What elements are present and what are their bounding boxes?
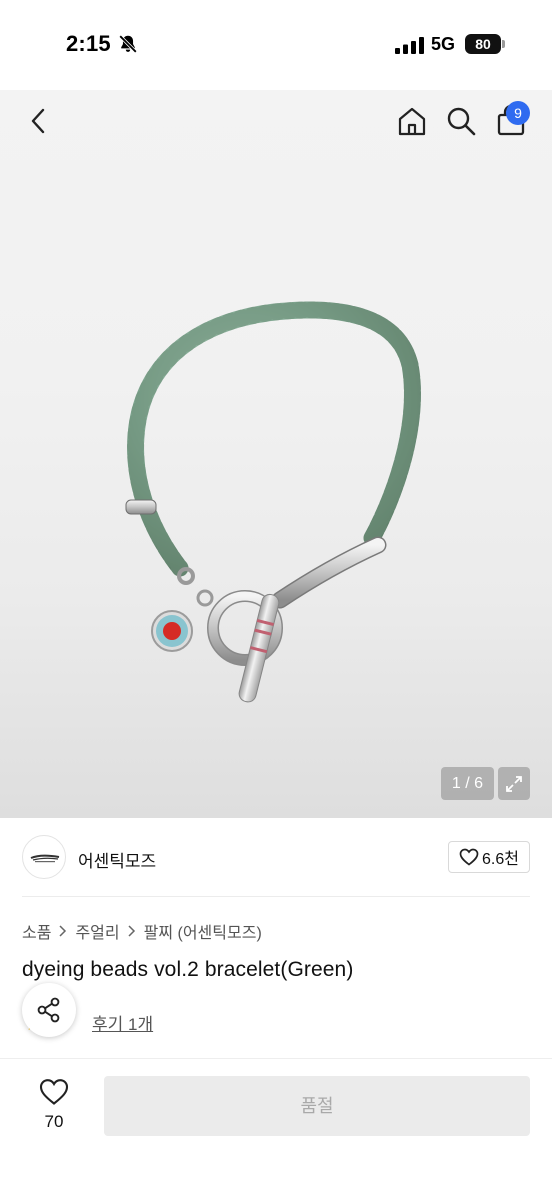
share-icon [37, 997, 60, 1023]
product-title: dyeing beads vol.2 bracelet(Green) [22, 958, 354, 981]
home-indicator-area [0, 1159, 552, 1200]
home-button[interactable] [395, 104, 429, 138]
divider [0, 1058, 552, 1059]
home-icon [398, 107, 426, 136]
status-time: 2:15 [66, 31, 111, 56]
review-link[interactable]: 후기 1개 [92, 1010, 153, 1035]
network-label: 5G [431, 34, 456, 54]
image-counter: 1 / 6 [441, 767, 494, 800]
chevron-right-icon [59, 925, 67, 937]
like-count: 70 [44, 1112, 64, 1131]
like-button[interactable]: 70 [22, 1076, 86, 1136]
chevron-right-icon [128, 925, 135, 937]
back-chevron-icon [31, 108, 45, 134]
battery-icon: 80 [465, 34, 505, 54]
expand-button[interactable] [498, 767, 530, 800]
search-icon [447, 107, 476, 136]
signal-icon [395, 37, 424, 54]
divider [22, 896, 530, 897]
product-photo [125, 301, 421, 703]
expand-arrows-icon [506, 775, 522, 792]
heart-outline-icon [459, 848, 479, 866]
breadcrumb-item[interactable]: 주얼리 [75, 919, 119, 943]
shop-row[interactable]: 어센틱모즈 6.6천 [0, 818, 552, 898]
product-image-gallery[interactable] [0, 90, 552, 818]
breadcrumb: 소품 주얼리 팔찌 (어센틱모즈) [22, 920, 262, 942]
follow-count: 6.6천 [482, 851, 519, 868]
back-button[interactable] [22, 104, 56, 138]
soldout-button[interactable]: 품절 [104, 1076, 530, 1136]
bell-slash-icon [119, 35, 137, 53]
heart-outline-icon [39, 1079, 69, 1105]
shop-avatar[interactable] [22, 835, 66, 879]
cart-count-badge: 9 [506, 101, 530, 125]
shop-follow-button[interactable]: 6.6천 [448, 841, 530, 873]
shop-logo [30, 854, 60, 863]
search-button[interactable] [444, 104, 478, 138]
status-bar: 2:15 5G 80 [0, 0, 552, 90]
breadcrumb-item[interactable]: 소품 [22, 919, 51, 943]
share-button[interactable] [22, 983, 76, 1037]
shop-name[interactable]: 어센틱모즈 [78, 847, 156, 872]
battery-level: 80 [465, 34, 501, 54]
breadcrumb-item[interactable]: 팔찌 (어센틱모즈) [144, 919, 262, 943]
